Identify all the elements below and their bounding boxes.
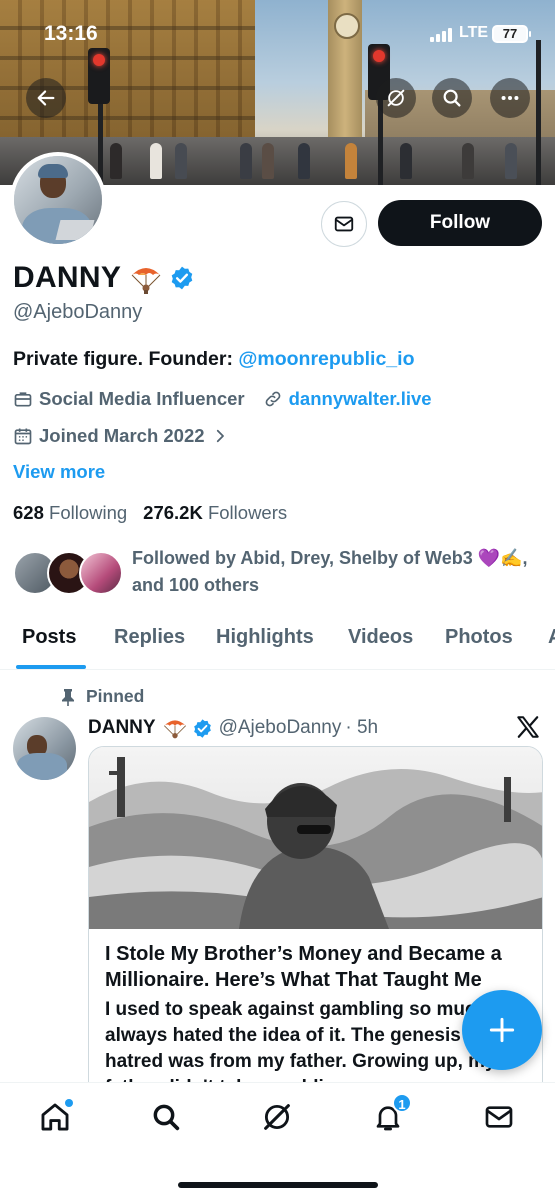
nav-grok[interactable]	[259, 1099, 295, 1135]
signal-icon	[430, 27, 452, 42]
grok-icon	[387, 89, 405, 107]
calendar-icon	[13, 426, 33, 446]
profile-bio: Private figure. Founder: @moonrepublic_i…	[13, 348, 414, 371]
banner-traffic-light	[88, 48, 110, 104]
tab-replies[interactable]: Replies	[114, 626, 185, 649]
verified-badge-icon[interactable]	[169, 265, 195, 291]
joined-row[interactable]: Joined March 2022	[13, 425, 237, 447]
view-more-link[interactable]: View more	[13, 461, 105, 483]
plus-icon	[489, 1017, 515, 1043]
pinned-text: Pinned	[86, 686, 145, 706]
profile-category: Social Media Influencer	[39, 388, 245, 409]
x-logo-icon[interactable]	[515, 714, 541, 740]
tab-videos[interactable]: Videos	[348, 626, 413, 649]
network-type: LTE	[459, 24, 489, 41]
back-arrow-icon	[37, 90, 55, 106]
followed-by-section[interactable]: Followed by Abid, Drey, Shelby of Web3 💜…	[13, 545, 543, 599]
messages-icon	[485, 1106, 513, 1128]
nav-notifications[interactable]: 1	[370, 1093, 412, 1135]
post-author-name[interactable]: DANNY	[88, 717, 156, 739]
compose-post-button[interactable]	[462, 990, 542, 1070]
profile-handle: @AjeboDanny	[13, 301, 143, 323]
post-author-avatar[interactable]	[13, 717, 76, 780]
grok-button[interactable]	[376, 78, 416, 118]
verified-badge-icon	[192, 718, 213, 739]
article-title: I Stole My Brother’s Money and Became a …	[105, 943, 502, 991]
grok-icon	[264, 1104, 290, 1130]
status-time: 13:16	[44, 22, 98, 45]
profile-meta-row: Social Media Influencer dannywalter.live	[13, 388, 432, 410]
link-icon	[263, 389, 283, 409]
post-header: DANNY @AjeboDanny · 5h	[88, 714, 378, 742]
post-author-handle: @AjeboDanny	[218, 717, 342, 738]
status-bar: 13:16 LTE 77	[0, 22, 555, 48]
nav-messages[interactable]	[481, 1099, 517, 1135]
followed-by-text: Followed by Abid, Drey, Shelby of Web3 💜…	[132, 548, 528, 595]
nav-home[interactable]	[37, 1099, 73, 1135]
profile-website-link[interactable]: dannywalter.live	[289, 388, 432, 410]
pinned-label: Pinned	[60, 686, 144, 707]
message-button[interactable]	[321, 201, 367, 247]
following-count-link[interactable]: 628 Following	[13, 502, 127, 524]
post-timestamp: · 5h	[345, 717, 379, 738]
followers-count-link[interactable]: 276.2K Followers	[143, 502, 287, 524]
search-button[interactable]	[432, 78, 472, 118]
nav-search[interactable]	[148, 1099, 184, 1135]
follower-avatar	[79, 551, 123, 595]
battery-icon: 77	[492, 25, 531, 43]
chevron-right-icon	[211, 426, 231, 446]
back-button[interactable]	[26, 78, 66, 118]
parachute-icon	[129, 261, 163, 295]
profile-tabs: Posts Replies Highlights Videos Photos A	[0, 612, 555, 670]
notifications-badge: 1	[392, 1093, 412, 1113]
home-indicator	[178, 1182, 378, 1188]
parachute-icon	[162, 715, 188, 741]
bio-text: Private figure. Founder:	[13, 348, 239, 370]
profile-name-row: DANNY	[13, 259, 195, 297]
tab-overflow[interactable]: A	[548, 626, 555, 649]
follow-button[interactable]: Follow	[378, 200, 542, 246]
tab-posts[interactable]: Posts	[22, 626, 76, 649]
tab-highlights[interactable]: Highlights	[216, 626, 314, 649]
active-tab-indicator	[16, 665, 86, 669]
tab-photos[interactable]: Photos	[445, 626, 513, 649]
article-image	[89, 747, 542, 929]
profile-name: DANNY	[13, 261, 122, 294]
search-icon	[443, 89, 461, 107]
home-unread-dot	[65, 1099, 73, 1107]
mail-icon	[334, 216, 354, 232]
profile-joined-date: Joined March 2022	[39, 425, 205, 446]
profile-avatar[interactable]	[10, 152, 106, 248]
bio-mention-link[interactable]: @moonrepublic_io	[238, 348, 414, 370]
more-button[interactable]	[490, 78, 530, 118]
search-icon	[153, 1104, 180, 1131]
briefcase-icon	[13, 389, 33, 409]
more-icon	[501, 95, 519, 101]
follow-counts: 628 Following 276.2K Followers	[13, 502, 287, 524]
pin-icon	[62, 688, 74, 706]
